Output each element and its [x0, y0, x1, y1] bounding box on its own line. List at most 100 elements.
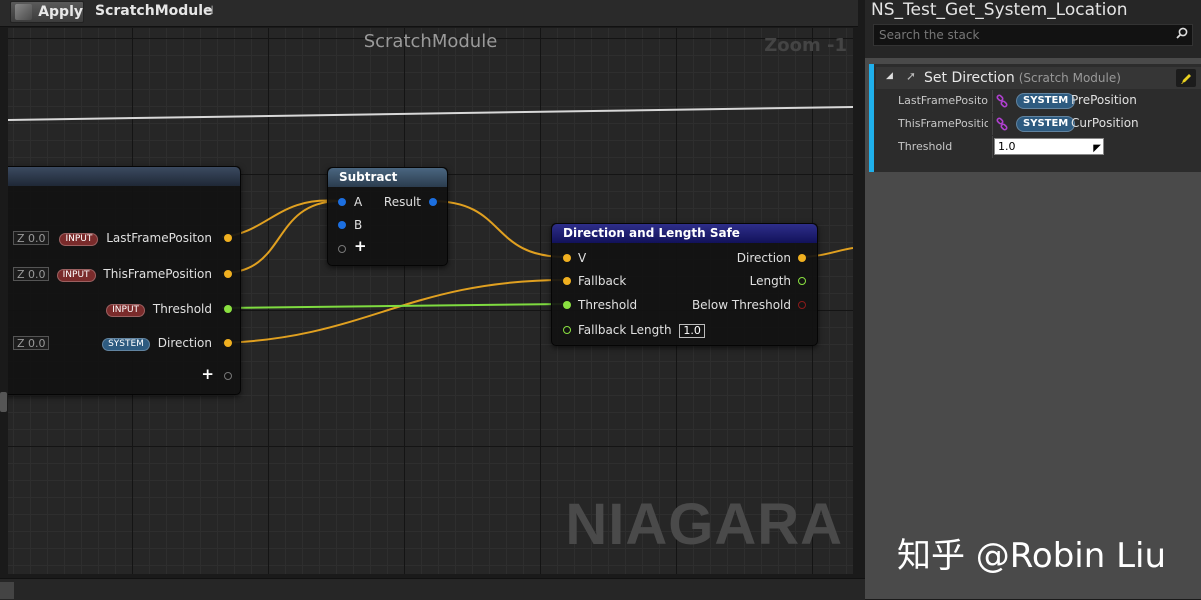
apply-label: Apply [38, 4, 83, 20]
z-value: 0.0 [28, 268, 46, 281]
pin-row-lastframe: INPUT LastFramePositon [59, 231, 212, 246]
add-input-socket[interactable] [338, 245, 346, 253]
subtract-result-label: Result [383, 195, 421, 209]
module-accent-bar [869, 64, 874, 172]
z-label: Z [17, 337, 25, 350]
search-icon[interactable] [1176, 27, 1188, 39]
system-badge: SYSTEM [1016, 93, 1076, 109]
pin-icon[interactable]: ⊣ [203, 3, 213, 17]
edit-pencil-button[interactable] [1176, 69, 1196, 87]
dls-node-header: Direction and Length Safe [552, 224, 817, 243]
pin-threshold-output[interactable] [224, 305, 232, 313]
pin-dls-v[interactable] [563, 254, 571, 262]
input-badge: INPUT [59, 233, 99, 246]
pin-direction-output[interactable] [224, 339, 232, 347]
add-input-icon[interactable]: + [354, 237, 367, 255]
module-header[interactable]: ◢ ➚ Set Direction (Scratch Module) [876, 67, 1201, 89]
pin-label: LastFramePositon [106, 231, 212, 245]
dls-fallback-length-row: Fallback Length 1.0 [578, 323, 705, 338]
z-field-direction[interactable]: Z 0.0 [13, 336, 49, 350]
z-label: Z [17, 268, 25, 281]
z-field-lastframe[interactable]: Z 0.0 [13, 231, 49, 245]
column-divider[interactable] [992, 90, 993, 112]
resize-icon: ◤ [1093, 143, 1101, 154]
direction-length-safe-node[interactable]: Direction and Length Safe V Fallback Thr… [551, 223, 818, 346]
module-title: Set Direction (Scratch Module) [924, 70, 1121, 86]
pin-label: Threshold [152, 302, 212, 316]
parameter-map-node[interactable]: Z 0.0 INPUT LastFramePositon Z 0.0 INPUT… [8, 166, 241, 395]
pin-subtract-b[interactable] [338, 221, 346, 229]
collapse-triangle-icon[interactable]: ◢ [886, 71, 893, 81]
search-placeholder: Search the stack [879, 28, 980, 42]
bottom-left-handle[interactable] [0, 582, 14, 599]
dls-below-threshold-label: Below Threshold [691, 298, 791, 312]
pin-dls-direction-out[interactable] [798, 254, 806, 262]
pencil-icon [1180, 73, 1191, 84]
system-name: NS_Test_Get_System_Location [871, 0, 1128, 20]
scratch-module-tab[interactable]: ScratchModule [95, 3, 213, 19]
pin-label: Direction [157, 336, 212, 350]
link-icon[interactable] [995, 94, 1009, 108]
pin-subtract-result[interactable] [429, 198, 437, 206]
left-scroll-handle[interactable] [0, 392, 7, 412]
pin-thisframe-output[interactable] [224, 270, 232, 278]
add-pin-socket[interactable] [224, 372, 232, 380]
pin-dls-below-out[interactable] [798, 301, 806, 309]
param-value[interactable]: PrePosition [1071, 93, 1137, 107]
fallback-length-input[interactable]: 1.0 [679, 324, 705, 338]
pin-dls-threshold[interactable] [563, 301, 571, 309]
pin-dls-fallback[interactable] [563, 277, 571, 285]
threshold-value: 1.0 [998, 140, 1016, 153]
apply-button[interactable]: Apply [10, 1, 84, 23]
pin-row-thisframe: INPUT ThisFramePosition [56, 267, 212, 282]
param-name: Threshold [898, 140, 953, 153]
fallback-length-label: Fallback Length [578, 323, 672, 337]
graph-canvas[interactable]: ScratchModule Zoom -1 NIAGARA Z 0.0 INPU… [8, 28, 853, 574]
threshold-input[interactable]: 1.0 ◤ [994, 138, 1104, 155]
dls-length-label: Length [749, 274, 791, 288]
pin-label: ThisFramePosition [103, 267, 212, 281]
param-value[interactable]: CurPosition [1071, 116, 1139, 130]
pin-row-direction: SYSTEM Direction [102, 336, 212, 351]
search-input[interactable]: Search the stack [873, 24, 1193, 46]
z-label: Z [17, 232, 25, 245]
pin-subtract-a[interactable] [338, 198, 346, 206]
input-badge: INPUT [106, 304, 146, 317]
system-badge: SYSTEM [1016, 116, 1076, 132]
input-badge: INPUT [56, 269, 96, 282]
pin-dls-length-out[interactable] [798, 277, 806, 285]
system-stack-panel: NS_Test_Get_System_Location Search the s… [865, 0, 1201, 599]
stack-header: NS_Test_Get_System_Location Search the s… [865, 0, 1201, 58]
set-direction-module: ◢ ➚ Set Direction (Scratch Module) LastFr… [869, 64, 1201, 172]
module-arrow-icon: ➚ [906, 69, 917, 83]
column-divider[interactable] [992, 136, 993, 158]
parameter-map-node-header [8, 167, 240, 186]
module-name: Set Direction [924, 70, 1015, 86]
column-divider[interactable] [992, 113, 993, 135]
dls-threshold-label: Threshold [578, 298, 638, 312]
param-name: ThisFramePosition [898, 117, 988, 130]
toolbar: Apply ScratchModule ⊣ [0, 0, 858, 27]
bottom-bar [0, 578, 865, 600]
subtract-a-label: A [354, 195, 363, 209]
link-icon[interactable] [995, 117, 1009, 131]
subtract-b-label: B [354, 218, 363, 232]
pin-lastframe-output[interactable] [224, 234, 232, 242]
add-pin-icon[interactable]: + [201, 365, 214, 383]
z-field-thisframe[interactable]: Z 0.0 [13, 267, 49, 281]
module-type: (Scratch Module) [1018, 71, 1121, 85]
subtract-node[interactable]: Subtract A B + Result [327, 167, 448, 266]
z-value: 0.0 [28, 337, 46, 350]
top-wire [8, 106, 853, 121]
pin-dls-fallback-length[interactable] [563, 326, 571, 334]
system-badge: SYSTEM [102, 338, 150, 351]
subtract-node-header: Subtract [328, 168, 447, 187]
z-value: 0.0 [28, 232, 46, 245]
apply-icon [15, 4, 33, 20]
author-credit: 知乎 @Robin Liu [897, 536, 1167, 576]
dls-direction-label: Direction [736, 251, 791, 265]
dls-fallback-label: Fallback [578, 274, 627, 288]
pin-row-threshold: INPUT Threshold [106, 302, 212, 317]
dls-v-label: V [578, 251, 587, 265]
param-row-lastframe: LastFramePositon SYSTEM PrePosition [876, 90, 1201, 112]
